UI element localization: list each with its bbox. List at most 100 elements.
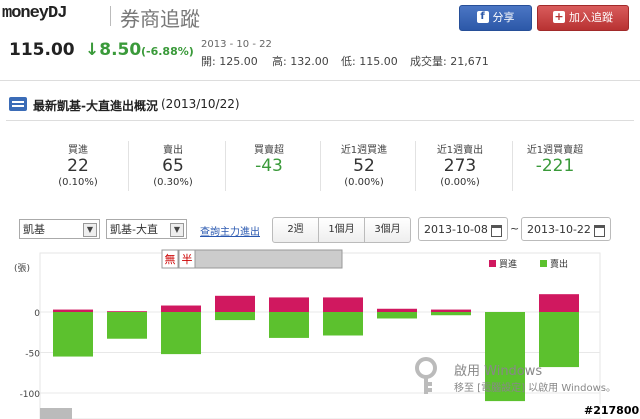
broker-select[interactable]: 凱基 ▼ bbox=[19, 219, 100, 239]
calendar-icon bbox=[491, 225, 502, 237]
section-icon bbox=[9, 97, 27, 111]
start-date-value: 2013-10-08 bbox=[424, 223, 488, 236]
section-divider bbox=[6, 120, 634, 121]
page-title: 券商追蹤 bbox=[120, 7, 200, 31]
section-date: (2013/10/22) bbox=[161, 97, 240, 111]
facebook-icon: f bbox=[476, 11, 489, 23]
range-tabs: 2週 1個月 3個月 bbox=[272, 217, 411, 243]
end-date-input[interactable]: 2013-10-22 bbox=[521, 217, 611, 241]
low-value: 115.00 bbox=[359, 55, 398, 68]
low-label: 低: bbox=[341, 55, 356, 68]
stat-label: 近1週買進 bbox=[340, 145, 388, 156]
chevron-down-icon: ▼ bbox=[83, 223, 97, 237]
buy-bar[interactable] bbox=[323, 297, 363, 312]
high-value: 132.00 bbox=[290, 55, 329, 68]
image-id-badge: #217800 bbox=[584, 404, 640, 417]
price-change-pct: (-6.88%) bbox=[141, 45, 194, 58]
buy-bar[interactable] bbox=[215, 295, 255, 312]
high-label: 高: bbox=[272, 55, 287, 68]
date-range-separator: ~ bbox=[510, 222, 520, 235]
open-price: 開: 125.00 bbox=[201, 53, 258, 69]
windows-activation-text: 移至 [電腦設定] 以啟用 Windows。 bbox=[454, 383, 616, 394]
divider bbox=[0, 80, 640, 81]
volume-value: 21,671 bbox=[450, 55, 489, 68]
y-axis-unit: (張) bbox=[14, 263, 30, 274]
range-2-weeks[interactable]: 2週 bbox=[273, 218, 319, 242]
down-arrow-icon: ↓ bbox=[85, 40, 100, 60]
sell-bar[interactable] bbox=[377, 312, 417, 319]
stat-sell: 賣出 65 (0.30%) bbox=[123, 141, 223, 191]
range-3-months[interactable]: 3個月 bbox=[365, 218, 410, 242]
buy-bar[interactable] bbox=[269, 297, 309, 312]
sell-bar[interactable] bbox=[53, 312, 93, 357]
track-label: 加入追蹤 bbox=[569, 11, 613, 24]
stat-week-buy: 近1週買進 52 (0.00%) bbox=[314, 141, 414, 191]
open-value: 125.00 bbox=[219, 55, 258, 68]
key-icon bbox=[415, 357, 437, 394]
sell-bar[interactable] bbox=[215, 312, 255, 321]
buy-bar[interactable] bbox=[161, 305, 201, 312]
end-date-value: 2013-10-22 bbox=[527, 223, 591, 236]
logo[interactable]: moneyDJ bbox=[2, 4, 67, 23]
share-button[interactable]: f 分享 bbox=[459, 5, 532, 31]
share-label: 分享 bbox=[492, 11, 515, 24]
query-main-link[interactable]: 查詢主力進出 bbox=[200, 223, 260, 238]
sell-bar[interactable] bbox=[431, 312, 471, 316]
buy-bar[interactable] bbox=[53, 309, 93, 312]
range-1-month[interactable]: 1個月 bbox=[319, 218, 365, 242]
start-date-input[interactable]: 2013-10-08 bbox=[418, 217, 508, 241]
windows-activation-title: 啟用 Windows bbox=[454, 364, 543, 379]
branch-select-value: 凱基-大直 bbox=[110, 223, 158, 236]
add-tracking-button[interactable]: + 加入追蹤 bbox=[537, 5, 629, 31]
stat-net: 買賣超 -43 bbox=[219, 141, 319, 191]
quote-date: 2013 - 10 - 22 bbox=[201, 39, 272, 50]
sell-bar[interactable] bbox=[269, 312, 309, 338]
section-title: 最新凱基-大直進出概況 bbox=[33, 99, 158, 113]
volume-label: 成交量: bbox=[410, 55, 447, 68]
volume: 成交量: 21,671 bbox=[410, 53, 489, 69]
legend-label: 買進 bbox=[499, 258, 517, 270]
stat-value: 52 bbox=[353, 156, 375, 176]
y-tick-label: -100 bbox=[20, 390, 41, 400]
price-change-value: 8.50 bbox=[99, 40, 142, 60]
chart-scroll-handle[interactable] bbox=[40, 408, 72, 419]
legend-swatch bbox=[489, 260, 496, 267]
stat-week-net: 近1週買賣超 -221 bbox=[505, 141, 605, 191]
calendar-icon bbox=[594, 225, 605, 237]
sell-bar[interactable] bbox=[107, 312, 147, 339]
legend-swatch bbox=[540, 260, 547, 267]
buy-bar[interactable] bbox=[431, 309, 471, 312]
stat-label: 近1週買賣超 bbox=[526, 145, 584, 156]
buy-bar[interactable] bbox=[539, 294, 579, 312]
stock-price: 115.00 bbox=[9, 40, 75, 60]
stat-label: 賣出 bbox=[163, 145, 183, 156]
stat-sub: (0.00%) bbox=[344, 177, 384, 188]
stat-value: -43 bbox=[255, 156, 283, 176]
stat-sub: (0.10%) bbox=[58, 177, 98, 188]
sell-bar[interactable] bbox=[161, 312, 201, 355]
buy-bar[interactable] bbox=[377, 308, 417, 312]
stat-label: 近1週賣出 bbox=[436, 145, 484, 156]
high-price: 高: 132.00 bbox=[272, 53, 329, 69]
branch-select[interactable]: 凱基-大直 ▼ bbox=[106, 219, 187, 239]
stat-buy: 買進 22 (0.10%) bbox=[28, 141, 128, 191]
stat-label: 買賣超 bbox=[254, 145, 284, 156]
buy-bar[interactable] bbox=[107, 311, 147, 312]
header-divider bbox=[110, 6, 111, 26]
stat-value: 273 bbox=[443, 156, 477, 176]
stat-sub: (0.30%) bbox=[153, 177, 193, 188]
sell-bar[interactable] bbox=[323, 312, 363, 336]
low-price: 低: 115.00 bbox=[341, 53, 398, 69]
broker-select-value: 凱基 bbox=[23, 223, 45, 236]
stat-sub bbox=[219, 177, 319, 191]
zoom-half-label: 半 bbox=[182, 252, 193, 266]
sell-bar[interactable] bbox=[539, 312, 579, 368]
stat-value: 65 bbox=[162, 156, 184, 176]
chevron-down-icon: ▼ bbox=[170, 223, 184, 237]
stat-value: 22 bbox=[67, 156, 89, 176]
y-tick-label: 0 bbox=[34, 309, 40, 319]
plus-icon: + bbox=[553, 10, 565, 23]
stat-week-sell: 近1週賣出 273 (0.00%) bbox=[410, 141, 510, 191]
price-change: ↓8.50 bbox=[85, 40, 141, 60]
stat-value: -221 bbox=[535, 156, 575, 176]
